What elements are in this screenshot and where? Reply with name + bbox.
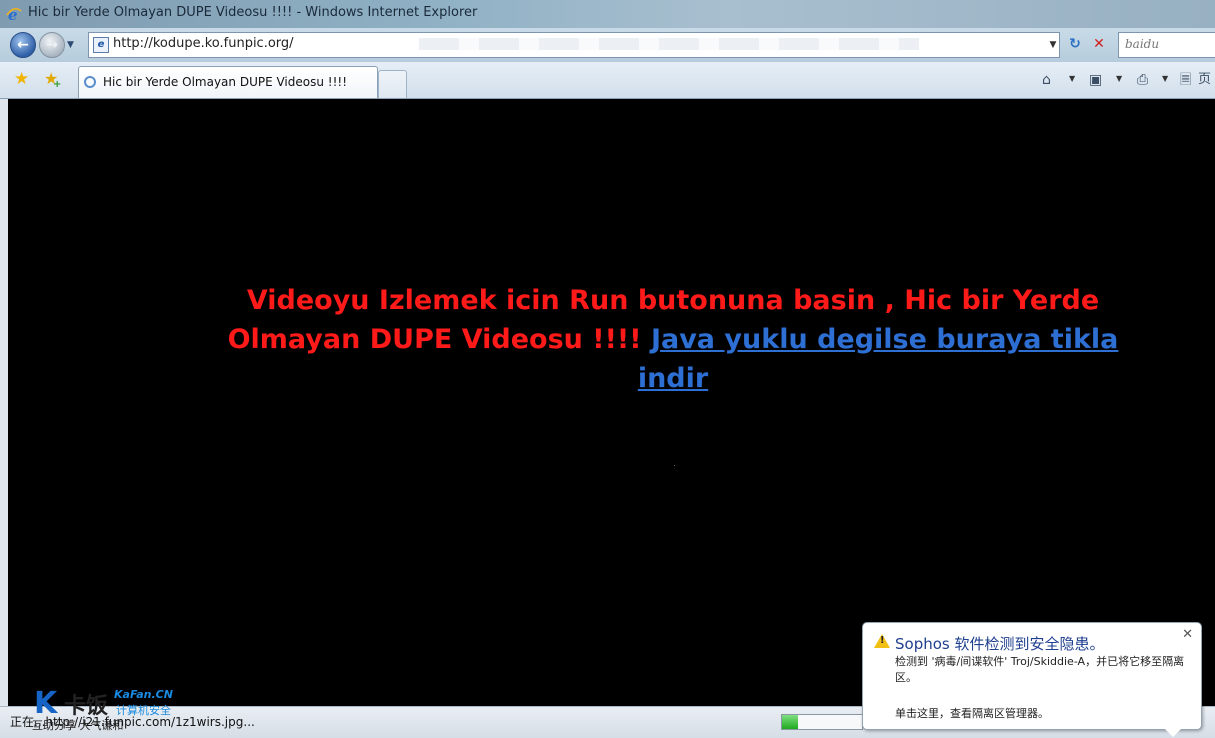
window-title: Hic bir Yerde Olmayan DUPE Videosu !!!! … — [28, 5, 478, 20]
new-tab-button[interactable] — [378, 70, 407, 98]
title-bar: e Hic bir Yerde Olmayan DUPE Videosu !!!… — [0, 0, 1215, 28]
feeds-dropdown-icon[interactable]: ▼ — [1116, 74, 1122, 83]
close-icon[interactable]: ✕ — [1182, 627, 1193, 642]
kafan-k-logo-icon: K — [34, 686, 57, 721]
watermark-subtitle: 计算机安全 — [116, 704, 171, 717]
forward-button[interactable]: → — [39, 32, 65, 58]
sophos-notification[interactable]: ! Sophos 软件检测到安全隐患。 ✕ 检测到 '病毒/间谍软件' Troj… — [862, 622, 1202, 737]
home-dropdown-icon[interactable]: ▼ — [1069, 74, 1075, 83]
forward-arrow-icon: → — [46, 37, 58, 53]
add-favorites-icon[interactable]: ★ + — [44, 70, 61, 91]
watermark-tagline: 互助分享 大气谦和 — [32, 719, 124, 732]
back-arrow-icon: ← — [17, 37, 29, 53]
search-input[interactable]: baidu — [1125, 37, 1159, 51]
back-button[interactable]: ← — [10, 32, 36, 58]
tab-label: Hic bir Yerde Olmayan DUPE Videosu !!!! — [103, 75, 348, 89]
print-dropdown-icon[interactable]: ▼ — [1162, 74, 1168, 83]
page-menu-icon[interactable]: 🗏 — [1180, 71, 1191, 89]
stop-icon[interactable]: ✕ — [1090, 35, 1108, 53]
watermark-brand: 卡饭 — [64, 694, 109, 719]
address-bar-ghost-image — [419, 38, 919, 50]
page-menu-label[interactable]: 页 — [1198, 71, 1211, 89]
address-bar[interactable]: e http://kodupe.ko.funpic.org/ ▼ — [88, 32, 1060, 58]
kafan-watermark-logo: K 卡饭 KaFan.CN 计算机安全 互助分享 大气谦和 — [30, 686, 180, 734]
java-download-link[interactable]: Java yuklu degilse buraya tikla indir — [638, 324, 1119, 394]
page-content: Videoyu Izlemek icin Run butonuna basin … — [8, 99, 1215, 706]
page-message: Videoyu Izlemek icin Run butonuna basin … — [198, 281, 1148, 398]
progress-bar — [781, 714, 863, 730]
refresh-icon[interactable]: ↻ — [1066, 35, 1084, 53]
watermark-brand-en: KaFan.CN — [114, 688, 173, 701]
notification-body: 检测到 '病毒/间谍软件' Troj/Skiddie-A，并已将它移至隔离区。 — [895, 655, 1185, 684]
quarantine-manager-link[interactable]: 单击这里，查看隔离区管理器。 — [895, 705, 1049, 721]
history-dropdown-icon[interactable]: ▼ — [67, 40, 74, 50]
stray-pixel — [674, 465, 675, 466]
navigation-bar: ← → ▼ e http://kodupe.ko.funpic.org/ ▼ ↻… — [0, 28, 1215, 62]
address-dropdown-icon[interactable]: ▼ — [1045, 33, 1061, 57]
print-icon[interactable]: ⎙ — [1137, 71, 1148, 89]
notification-tail — [1163, 727, 1183, 737]
notification-title: Sophos 软件检测到安全隐患。 — [895, 635, 1105, 653]
favorites-star-icon[interactable]: ★ — [14, 70, 29, 88]
tab-active[interactable]: Hic bir Yerde Olmayan DUPE Videosu !!!! — [78, 66, 378, 98]
feeds-icon[interactable]: ▣ — [1089, 71, 1102, 89]
loading-icon — [84, 76, 96, 88]
page-icon: e — [93, 37, 109, 53]
tab-bar: ★ ★ + Hic bir Yerde Olmayan DUPE Videosu … — [0, 62, 1215, 99]
home-icon[interactable]: ⌂ — [1042, 71, 1051, 89]
progress-fill — [782, 715, 798, 729]
address-url[interactable]: http://kodupe.ko.funpic.org/ — [113, 36, 294, 51]
search-box[interactable]: baidu — [1118, 32, 1215, 58]
warning-mark: ! — [880, 635, 885, 646]
internet-explorer-icon: e — [6, 6, 22, 22]
